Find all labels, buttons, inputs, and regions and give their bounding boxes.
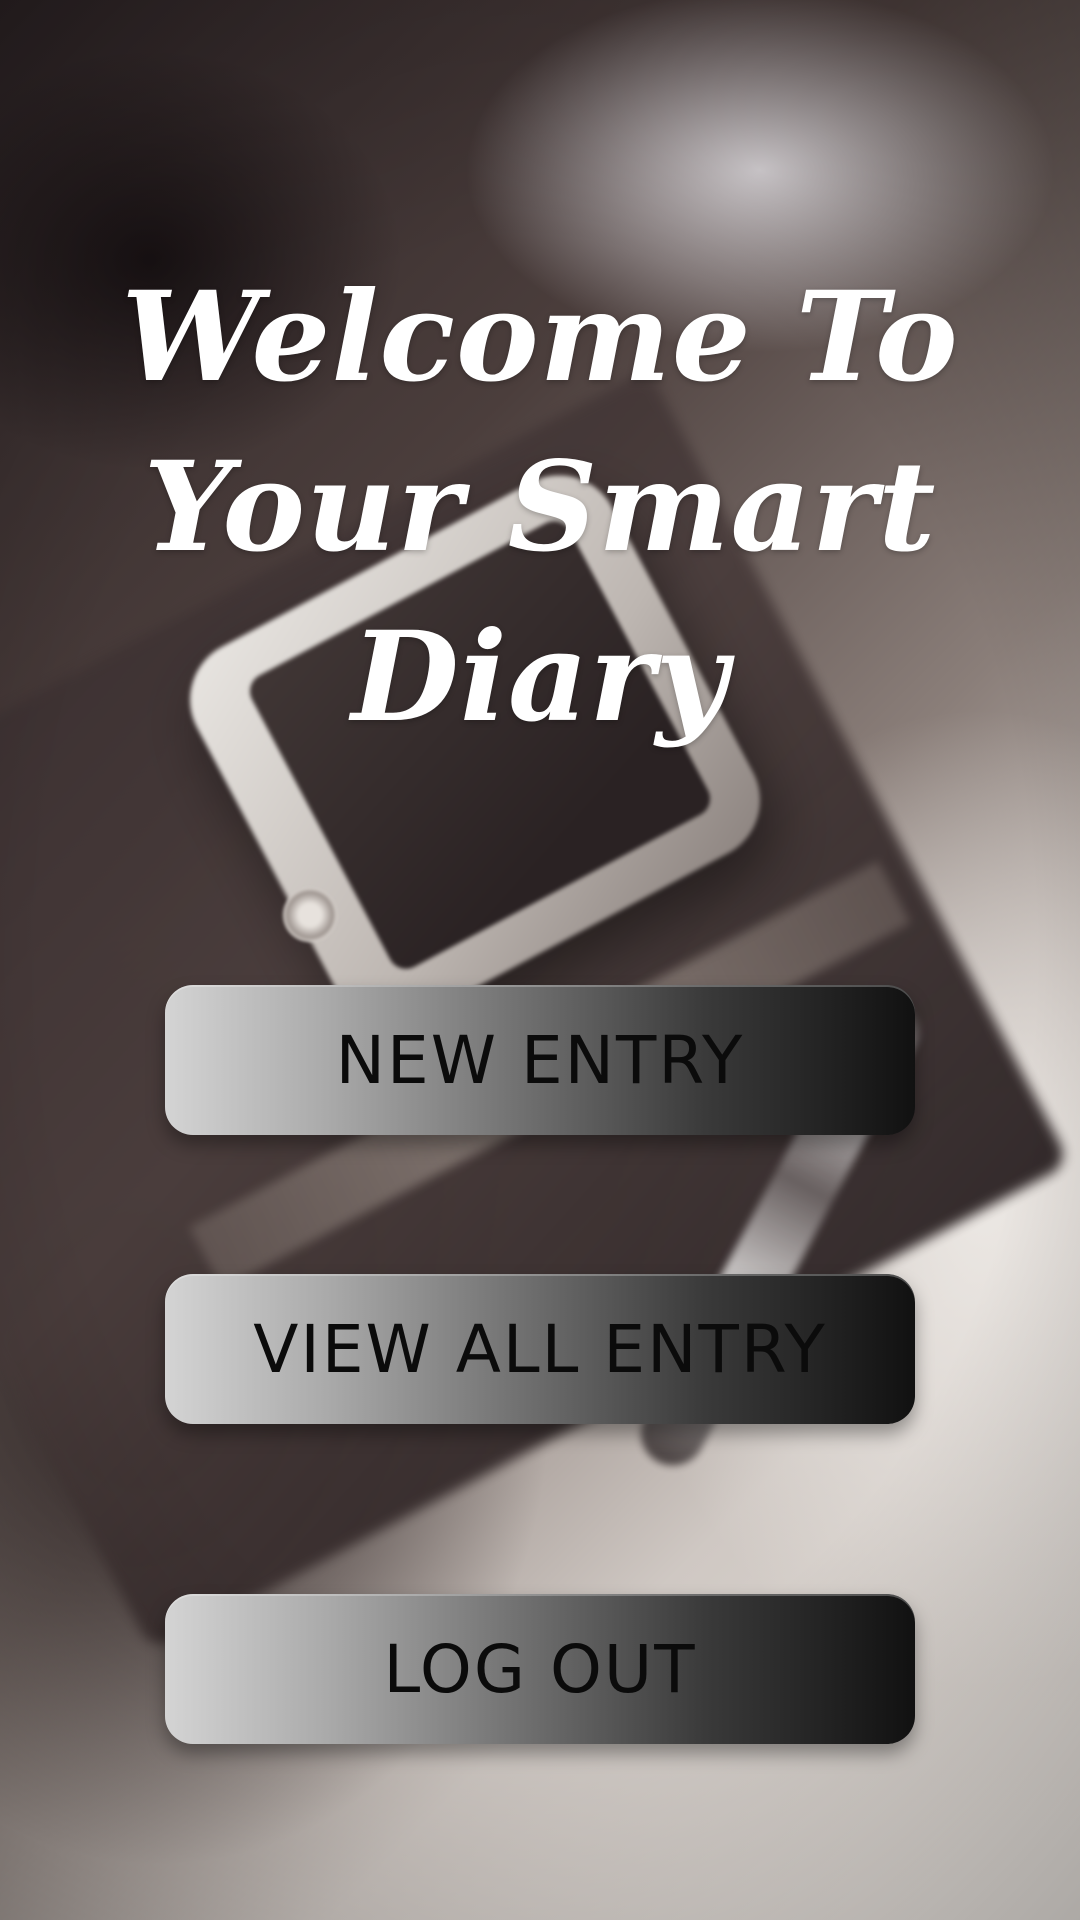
welcome-title: Welcome To Your Smart Diary (90, 253, 990, 763)
log-out-button[interactable]: LOG OUT (165, 1594, 915, 1744)
new-entry-button[interactable]: NEW ENTRY (165, 985, 915, 1135)
view-all-entry-button-label: VIEW ALL ENTRY (253, 1310, 827, 1388)
welcome-title-line-2: Your Smart (143, 435, 937, 581)
new-entry-button-label: NEW ENTRY (335, 1021, 745, 1099)
home-screen: Welcome To Your Smart Diary NEW ENTRY VI… (0, 0, 1080, 1920)
welcome-title-line-3: Diary (351, 605, 729, 751)
view-all-entry-button[interactable]: VIEW ALL ENTRY (165, 1274, 915, 1424)
welcome-title-line-1: Welcome To (121, 265, 959, 411)
log-out-button-label: LOG OUT (383, 1630, 697, 1708)
